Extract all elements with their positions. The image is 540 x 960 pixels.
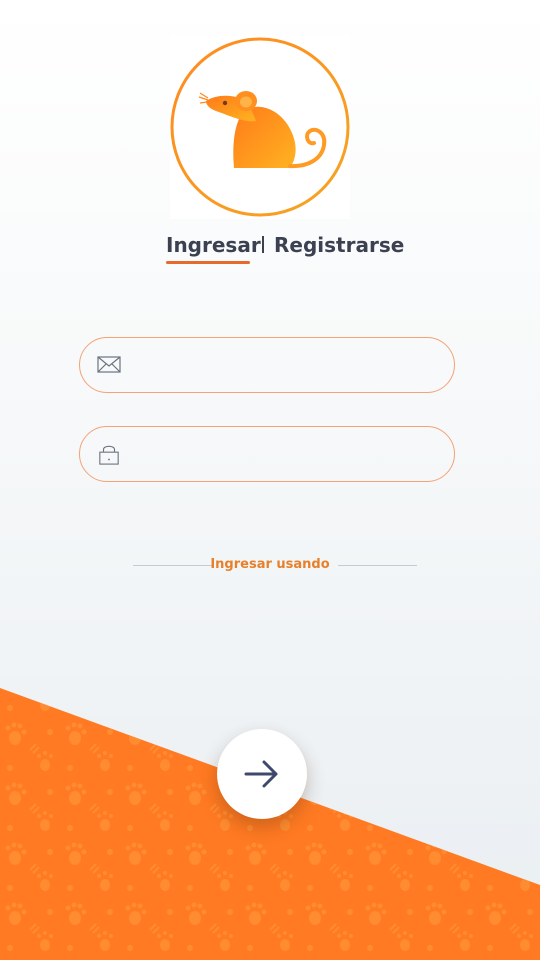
lock-icon <box>99 445 119 465</box>
tab-separator <box>262 236 264 253</box>
login-with-label: Ingresar usando <box>210 557 330 572</box>
auth-tabs: Ingresar Registrarse <box>0 230 540 270</box>
password-field[interactable] <box>79 426 455 482</box>
active-tab-underline <box>166 261 250 264</box>
mouse-logo-icon <box>170 35 350 219</box>
tab-login[interactable]: Ingresar <box>166 233 261 257</box>
divider-right <box>338 565 417 566</box>
envelope-icon <box>97 356 121 373</box>
tab-register[interactable]: Registrarse <box>274 233 404 257</box>
password-input[interactable] <box>136 437 440 473</box>
submit-button[interactable] <box>217 729 307 819</box>
arrow-right-icon <box>244 760 278 788</box>
email-input[interactable] <box>136 348 440 384</box>
email-field[interactable] <box>79 337 455 393</box>
